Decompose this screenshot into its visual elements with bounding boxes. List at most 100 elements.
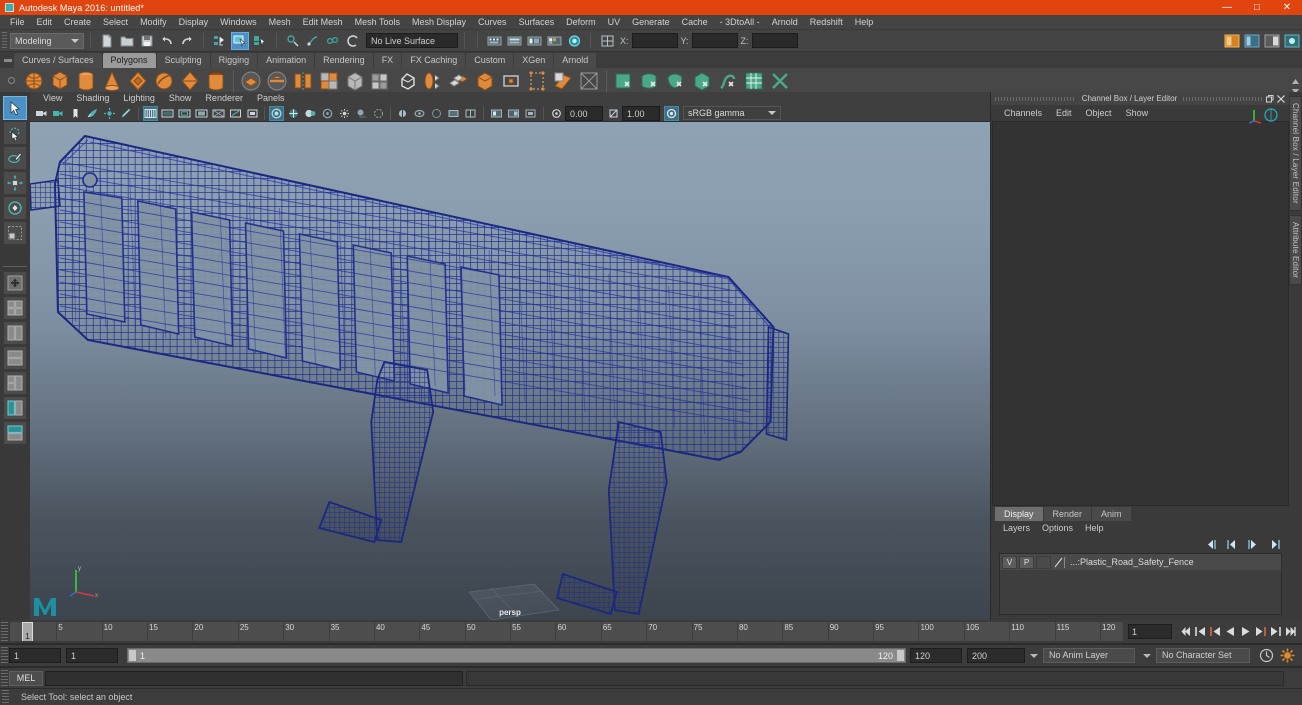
isolate-select-icon[interactable] xyxy=(446,106,461,121)
shelf-tab-fx-caching[interactable]: FX Caching xyxy=(402,53,466,68)
timeslider-grip[interactable] xyxy=(1,621,8,642)
shelf-options-icon[interactable] xyxy=(8,77,15,84)
shelf-tab-xgen[interactable]: XGen xyxy=(514,53,554,68)
layer-menu-help[interactable]: Help xyxy=(1079,521,1110,536)
xray-display-icon[interactable] xyxy=(211,106,226,121)
poly-fill-hole-icon[interactable] xyxy=(551,69,575,93)
menu-item-generate[interactable]: Generate xyxy=(626,15,676,30)
xray-joints-display-icon[interactable] xyxy=(228,106,243,121)
save-scene-icon[interactable] xyxy=(138,32,156,50)
exposure-field[interactable]: 0.00 xyxy=(565,105,603,121)
anim-layer-field[interactable]: No Anim Layer xyxy=(1043,648,1135,663)
layer-list[interactable]: V P ...:Plastic_Road_Safety_Fence xyxy=(999,553,1282,615)
channelbox-menu-object[interactable]: Object xyxy=(1079,105,1119,121)
shelf-tab-curves-surfaces[interactable]: Curves / Surfaces xyxy=(14,53,102,68)
panel-menu-panels[interactable]: Panels xyxy=(250,92,292,105)
shelf-scroll-up-icon[interactable] xyxy=(1291,72,1300,84)
close-icon[interactable] xyxy=(1275,93,1286,104)
scale-tool[interactable] xyxy=(3,221,27,245)
play-backwards-button[interactable] xyxy=(1224,624,1237,639)
anim-end-field[interactable]: 200 xyxy=(967,648,1025,663)
layout-two-pane-side[interactable] xyxy=(3,321,27,345)
layout-persp-outliner[interactable] xyxy=(3,396,27,420)
poly-append-icon[interactable] xyxy=(499,69,523,93)
poly-booleans-icon[interactable] xyxy=(577,69,601,93)
animation-preferences-icon[interactable] xyxy=(1278,648,1296,664)
menu-item-display[interactable]: Display xyxy=(173,15,215,30)
wireframe-shading-icon[interactable] xyxy=(286,106,301,121)
menu-item-mesh-tools[interactable]: Mesh Tools xyxy=(349,15,406,30)
snap-grid-icon[interactable] xyxy=(284,32,302,50)
uv-automatic-icon[interactable] xyxy=(690,69,714,93)
menu-item-file[interactable]: File xyxy=(4,15,31,30)
vtab-channel-box[interactable]: Channel Box / Layer Editor xyxy=(1289,96,1302,211)
panel-menu-view[interactable]: View xyxy=(36,92,69,105)
screen-space-ao-icon[interactable] xyxy=(371,106,386,121)
time-slider[interactable]: 1 5 10 15 20 25 30 35 40 45 50 55 60 65 70 75 80 85 90 95 1… xyxy=(9,621,1124,642)
step-back-keyframe-button[interactable] xyxy=(1194,624,1207,639)
range-end-handle[interactable] xyxy=(896,649,905,662)
flat-shade-icon[interactable] xyxy=(303,106,318,121)
render-sequence-icon[interactable] xyxy=(505,32,523,50)
menu-item-select[interactable]: Select xyxy=(97,15,134,30)
show-attribute-editor-icon[interactable] xyxy=(1223,32,1241,50)
command-input[interactable] xyxy=(45,670,463,686)
rotate-tool[interactable] xyxy=(3,196,27,220)
view-transform-icon[interactable] xyxy=(664,105,679,121)
layer-tab-anim[interactable]: Anim xyxy=(1092,507,1131,521)
shelf-scroll-down-icon[interactable] xyxy=(1291,82,1300,94)
chevron-down-icon[interactable] xyxy=(1030,653,1038,658)
shelf-tab-rendering[interactable]: Rendering xyxy=(315,53,373,68)
step-back-frame-button[interactable] xyxy=(1209,624,1222,639)
layer-state-toggle[interactable] xyxy=(1036,555,1051,569)
chevron-down-icon[interactable] xyxy=(1143,653,1151,658)
vtab-attribute-editor[interactable]: Attribute Editor xyxy=(1289,214,1302,285)
select-by-component-icon[interactable] xyxy=(251,32,269,50)
coord-x-field[interactable] xyxy=(631,33,678,48)
grid-icon[interactable] xyxy=(143,105,158,121)
current-time-indicator[interactable]: 1 xyxy=(22,622,33,641)
render-settings-icon[interactable] xyxy=(565,32,583,50)
paint-select-tool[interactable] xyxy=(3,146,27,170)
menu-item-curves[interactable]: Curves xyxy=(472,15,513,30)
select-tool[interactable] xyxy=(3,96,27,120)
xray-active-icon[interactable] xyxy=(245,106,260,121)
gate-mask-icon[interactable] xyxy=(194,106,209,121)
live-surface-field[interactable]: No Live Surface xyxy=(366,33,458,48)
shelf-tab-sculpting[interactable]: Sculpting xyxy=(156,53,210,68)
color-space-selector[interactable]: sRGB gamma xyxy=(683,106,781,120)
maximize-button[interactable]: □ xyxy=(1242,0,1272,15)
shelf-tab-custom[interactable]: Custom xyxy=(466,53,514,68)
poly-bridge-icon[interactable] xyxy=(473,69,497,93)
coord-z-field[interactable] xyxy=(751,33,798,48)
shelf-tab-arnold[interactable]: Arnold xyxy=(554,53,597,68)
image-plane-icon[interactable] xyxy=(85,106,100,121)
snap-view-plane-icon[interactable] xyxy=(344,32,362,50)
uv-spherical-icon[interactable] xyxy=(664,69,688,93)
poly-cone-icon[interactable] xyxy=(100,69,124,93)
select-camera-icon[interactable] xyxy=(34,106,49,121)
render-globals-icon[interactable] xyxy=(545,32,563,50)
redo-icon[interactable] xyxy=(178,32,196,50)
layer-next-icon[interactable] xyxy=(1246,538,1261,551)
film-gate-icon[interactable] xyxy=(160,106,175,121)
menu-item-windows[interactable]: Windows xyxy=(214,15,263,30)
poly-plane-icon[interactable] xyxy=(152,69,176,93)
open-scene-icon[interactable] xyxy=(118,32,136,50)
menu-item-help[interactable]: Help xyxy=(849,15,880,30)
layer-menu-layers[interactable]: Layers xyxy=(997,521,1036,536)
poly-extrude-icon[interactable] xyxy=(421,69,445,93)
menu-item-modify[interactable]: Modify xyxy=(134,15,173,30)
use-all-lights-icon[interactable] xyxy=(337,106,352,121)
panel-menu-shading[interactable]: Shading xyxy=(69,92,116,105)
poly-sphere-icon[interactable] xyxy=(22,69,46,93)
menu-item-arnold[interactable]: Arnold xyxy=(766,15,804,30)
depth-of-field-icon[interactable] xyxy=(412,106,427,121)
poly-wedge-icon[interactable] xyxy=(525,69,549,93)
undock-icon[interactable] xyxy=(1264,93,1275,104)
menu-set-selector[interactable]: Modeling xyxy=(10,32,84,49)
menu-item-cache[interactable]: Cache xyxy=(676,15,714,30)
show-tool-settings-icon[interactable] xyxy=(1243,32,1261,50)
go-to-end-button[interactable] xyxy=(1284,624,1297,639)
render-view-icon[interactable] xyxy=(485,32,503,50)
